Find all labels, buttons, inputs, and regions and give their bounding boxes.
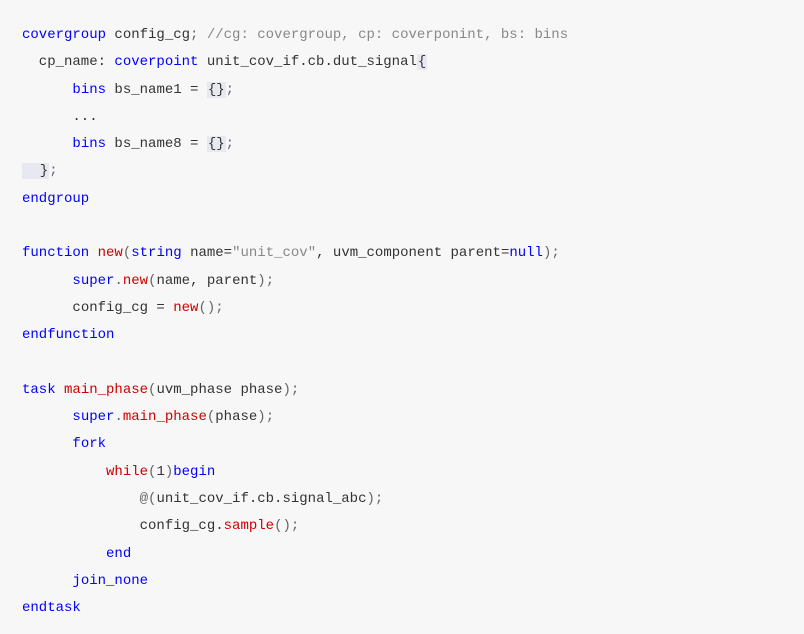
semicolon: ; [226,136,234,152]
keyword-begin: begin [173,464,215,480]
keyword-string: string [131,245,181,261]
at-sign: @ [140,491,148,507]
identifier: unit_cov_if.cb.dut_signal [198,54,416,70]
indent [22,546,106,562]
braces: {} [207,136,226,152]
identifier: config_cg = [72,300,173,316]
paren: ) [165,464,173,480]
semicolon: ; [551,245,559,261]
keyword-coverpoint: coverpoint [114,54,198,70]
space [89,245,97,261]
string-literal: "unit_cov" [232,245,316,261]
paren: ( [207,409,215,425]
brace: { [417,54,427,70]
keyword-new: new [98,245,123,261]
indent [22,436,72,452]
paren: ) [257,273,265,289]
keyword-null: null [509,245,543,261]
indent [22,518,140,534]
comment: //cg: covergroup, cp: coverponint, bs: b… [198,27,568,43]
paren: ) [257,409,265,425]
indent [22,300,72,316]
keyword-bins: bins [72,136,106,152]
method-name: main_phase [123,409,207,425]
identifier: config_cg. [140,518,224,534]
identifier: name, parent [156,273,257,289]
keyword-covergroup: covergroup [22,27,106,43]
dot: . [114,273,122,289]
identifier: phase [215,409,257,425]
keyword-endfunction: endfunction [22,327,114,343]
semicolon: ; [291,518,299,534]
keyword-endtask: endtask [22,600,81,616]
method-name: main_phase [64,382,148,398]
identifier: uvm_phase phase [156,382,282,398]
indent [22,82,72,98]
ellipsis: ... [22,109,98,125]
identifier: bs_name8 = [106,136,207,152]
semicolon: ; [291,382,299,398]
keyword-while: while [106,464,148,480]
brace: } [22,163,49,179]
dot: . [114,409,122,425]
paren: ( [123,245,131,261]
semicolon: ; [375,491,383,507]
keyword-super: super [72,409,114,425]
parens: () [274,518,291,534]
keyword-new: new [173,300,198,316]
keyword-super: super [72,273,114,289]
keyword-new: new [123,273,148,289]
space [56,382,64,398]
keyword-bins: bins [72,82,106,98]
indent [22,273,72,289]
keyword-function: function [22,245,89,261]
identifier: cp_name: [22,54,114,70]
semicolon: ; [215,300,223,316]
keyword-task: task [22,382,56,398]
semicolon: ; [266,273,274,289]
method-name: sample [224,518,274,534]
keyword-endgroup: endgroup [22,191,89,207]
paren: ) [282,382,290,398]
number: 1 [156,464,164,480]
keyword-end: end [106,546,131,562]
indent [22,464,106,480]
indent [22,491,140,507]
identifier: name= [182,245,232,261]
parens: () [198,300,215,316]
indent [22,573,72,589]
paren: ) [366,491,374,507]
keyword-join-none: join_none [72,573,148,589]
code-block: covergroup config_cg; //cg: covergroup, … [22,22,782,623]
identifier: bs_name1 = [106,82,207,98]
keyword-fork: fork [72,436,106,452]
indent [22,136,72,152]
braces: {} [207,82,226,98]
semicolon: ; [226,82,234,98]
semicolon: ; [49,163,57,179]
identifier: , uvm_component parent= [316,245,509,261]
semicolon: ; [266,409,274,425]
identifier: unit_cov_if.cb.signal_abc [156,491,366,507]
identifier: config_cg [106,27,190,43]
indent [22,409,72,425]
